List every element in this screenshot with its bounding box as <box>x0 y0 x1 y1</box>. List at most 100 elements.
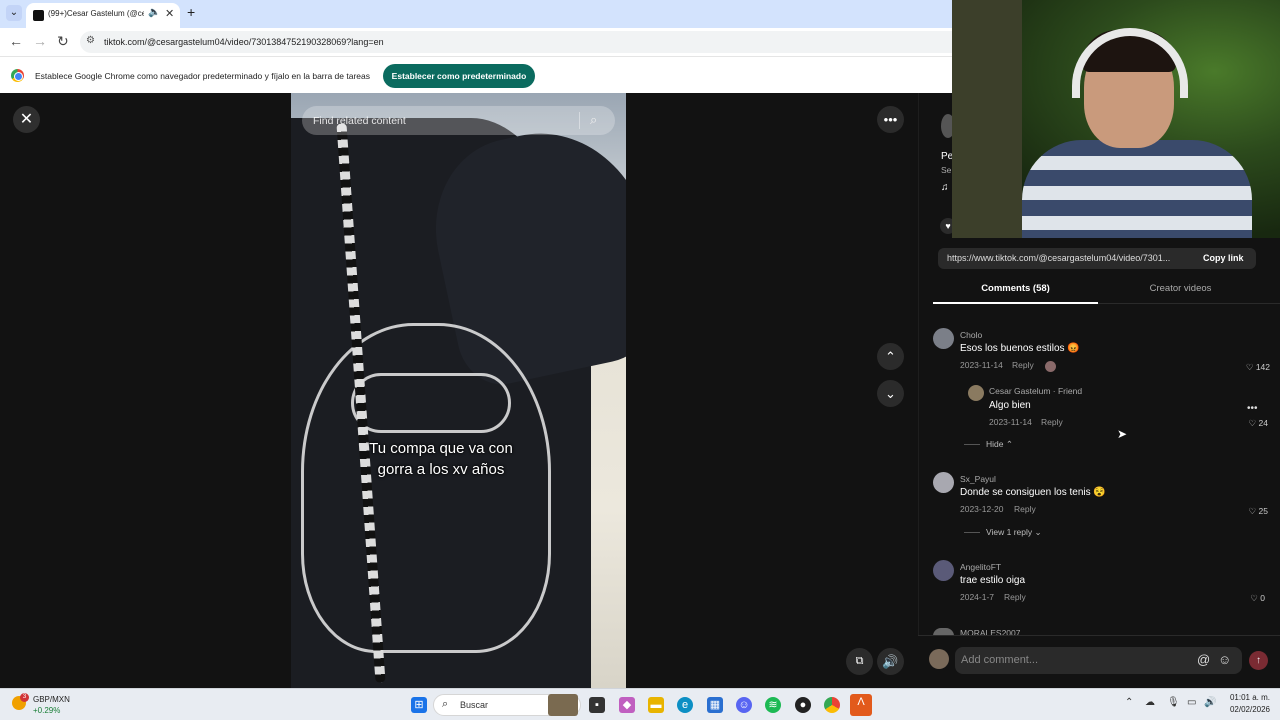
emoji-icon[interactable]: ☺ <box>1218 652 1231 667</box>
currency-pair[interactable]: GBP/MXN <box>33 695 70 704</box>
add-comment-placeholder: Add comment... <box>961 654 1039 666</box>
store-icon[interactable]: ▦ <box>707 697 723 713</box>
tab-title: (99+)Cesar Gastelum (@cesargastelum04) <box>48 9 144 18</box>
more-options-button[interactable]: ••• <box>877 106 904 133</box>
clock-date[interactable]: 02/02/2026 <box>1228 705 1270 714</box>
avatar[interactable] <box>968 385 984 401</box>
copilot-icon[interactable]: ◆ <box>619 697 635 713</box>
hide-replies-button[interactable]: Hide ⌃ <box>986 439 1013 450</box>
widget-badge: 3 <box>20 693 29 702</box>
comment-text: Donde se consiguen los tenis 😵 <box>960 487 1106 498</box>
close-video-button[interactable]: ✕ <box>13 106 40 133</box>
comment-username[interactable]: Cesar Gastelum · Friend <box>989 386 1082 396</box>
reload-icon[interactable]: ↻ <box>57 33 69 50</box>
clock-time[interactable]: 01:01 a. m. <box>1228 693 1270 702</box>
share-link-url: https://www.tiktok.com/@cesargastelum04/… <box>947 253 1171 263</box>
search-icon: ⌕ <box>442 698 449 710</box>
chrome-logo-icon <box>11 69 24 82</box>
reply-button[interactable]: Reply <box>1012 360 1034 370</box>
avatar[interactable] <box>933 328 954 349</box>
floating-player-button[interactable]: ⧉ <box>846 648 873 675</box>
hide-label: Hide <box>986 439 1004 449</box>
discord-icon[interactable]: ☺ <box>736 697 752 713</box>
copy-link-button[interactable]: Copy link <box>1203 253 1244 263</box>
thread-line <box>964 444 980 445</box>
panel-tabs: Comments (58) Creator videos <box>933 283 1280 304</box>
network-status-icon[interactable]: ☁ <box>1145 697 1155 708</box>
comment-username[interactable]: AngelitoFT <box>960 562 1001 572</box>
caption-line-2: gorra a los xv años <box>377 461 505 478</box>
next-video-button[interactable]: ⌄ <box>877 380 904 407</box>
related-search-input[interactable]: Find related content ⌕ <box>302 106 615 135</box>
search-icon[interactable]: ⌕ <box>590 112 597 128</box>
active-app-icon[interactable]: Λ <box>850 694 872 716</box>
comment-like-count[interactable]: ♡ 24 <box>1228 418 1268 429</box>
like-count: 142 <box>1255 362 1270 372</box>
navigation-bar: ← → ↻ ⚙ tiktok.com/@cesargastelum04/vide… <box>0 28 952 56</box>
tray-chevron-icon[interactable]: ⌃ <box>1125 697 1133 708</box>
currency-change: +0.29% <box>33 706 61 715</box>
volume-button[interactable]: 🔊 <box>877 648 904 675</box>
webcam-overlay <box>952 0 1280 238</box>
back-icon[interactable]: ← <box>9 33 23 49</box>
caption-line-1: Tu compa que va con <box>369 440 513 457</box>
comment-username[interactable]: Sx_Payul <box>960 474 996 484</box>
chrome-taskbar-icon[interactable] <box>824 697 840 713</box>
comment-like-count[interactable]: ♡ 0 <box>1225 593 1265 604</box>
creator-sub-partial: Se <box>941 165 952 175</box>
windows-start-icon[interactable]: ⊞ <box>411 697 427 713</box>
active-tab-underline <box>933 302 1098 304</box>
tab-close-icon[interactable]: ✕ <box>165 7 174 20</box>
tab-strip: ⌄ (99+)Cesar Gastelum (@cesargastelum04)… <box>0 0 952 28</box>
comment-date: 2023-11-14 <box>989 417 1032 427</box>
add-comment-input[interactable]: Add comment... @ ☺ <box>955 647 1242 674</box>
search-highlight-icon[interactable] <box>548 694 578 716</box>
comment-like-count[interactable]: ♡ 25 <box>1228 506 1268 517</box>
microphone-icon[interactable]: 🎙 <box>1167 697 1180 708</box>
volume-icon[interactable]: 🔊 <box>1204 697 1216 708</box>
tab-comments[interactable]: Comments (58) <box>933 283 1098 294</box>
heart-outline-icon: ♡ <box>1248 506 1259 516</box>
comment-date: 2023-12-20 <box>960 504 1004 514</box>
video-player[interactable] <box>291 93 626 688</box>
like-count: 0 <box>1260 593 1265 603</box>
file-explorer-icon[interactable]: ▬ <box>648 697 664 713</box>
search-divider <box>579 112 580 129</box>
new-tab-button[interactable]: + <box>187 4 195 20</box>
reply-button[interactable]: Reply <box>1041 417 1063 427</box>
task-view-icon[interactable]: ▪ <box>589 697 605 713</box>
heart-outline-icon: ♡ <box>1250 593 1261 603</box>
tab-creator-videos[interactable]: Creator videos <box>1098 283 1263 294</box>
like-count: 25 <box>1258 506 1268 516</box>
obs-icon[interactable]: ● <box>795 697 811 713</box>
display-icon[interactable]: ▭ <box>1187 697 1196 708</box>
mouse-cursor-icon: ➤ <box>1117 427 1128 441</box>
view-replies-button[interactable]: View 1 reply ⌄ <box>986 527 1042 538</box>
comment-date: 2023-11-14 <box>960 360 1003 370</box>
reply-button[interactable]: Reply <box>1014 504 1036 514</box>
avatar[interactable] <box>933 472 954 493</box>
chevron-down-icon: ⌄ <box>1034 527 1042 537</box>
comment-username[interactable]: Cholo <box>960 330 982 340</box>
view-reply-label: View 1 reply <box>986 527 1033 537</box>
avatar[interactable] <box>933 560 954 581</box>
previous-video-button[interactable]: ⌃ <box>877 343 904 370</box>
forward-icon[interactable]: → <box>33 33 47 49</box>
search-placeholder: Find related content <box>313 115 406 127</box>
comment-more-icon[interactable]: ••• <box>1247 403 1258 414</box>
spotify-icon[interactable]: ≋ <box>765 697 781 713</box>
audio-playing-icon[interactable]: 🔈 <box>148 7 160 18</box>
edge-icon[interactable]: e <box>677 697 693 713</box>
browser-tab[interactable]: (99+)Cesar Gastelum (@cesargastelum04) 🔈… <box>26 3 180 28</box>
tiktok-favicon-icon <box>33 10 44 21</box>
webcam-wall <box>952 0 1022 238</box>
avatar <box>929 649 949 669</box>
mention-icon[interactable]: @ <box>1197 652 1210 667</box>
site-info-icon[interactable]: ⚙ <box>86 35 95 46</box>
address-bar[interactable]: ⚙ tiktok.com/@cesargastelum04/video/7301… <box>80 31 952 53</box>
reply-button[interactable]: Reply <box>1004 592 1026 602</box>
set-default-button[interactable]: Establecer como predeterminado <box>383 64 535 88</box>
tab-search-dropdown-icon[interactable]: ⌄ <box>6 5 22 21</box>
comment-like-count[interactable]: ♡ 142 <box>1230 362 1270 373</box>
send-comment-button[interactable]: ↑ <box>1249 651 1268 670</box>
